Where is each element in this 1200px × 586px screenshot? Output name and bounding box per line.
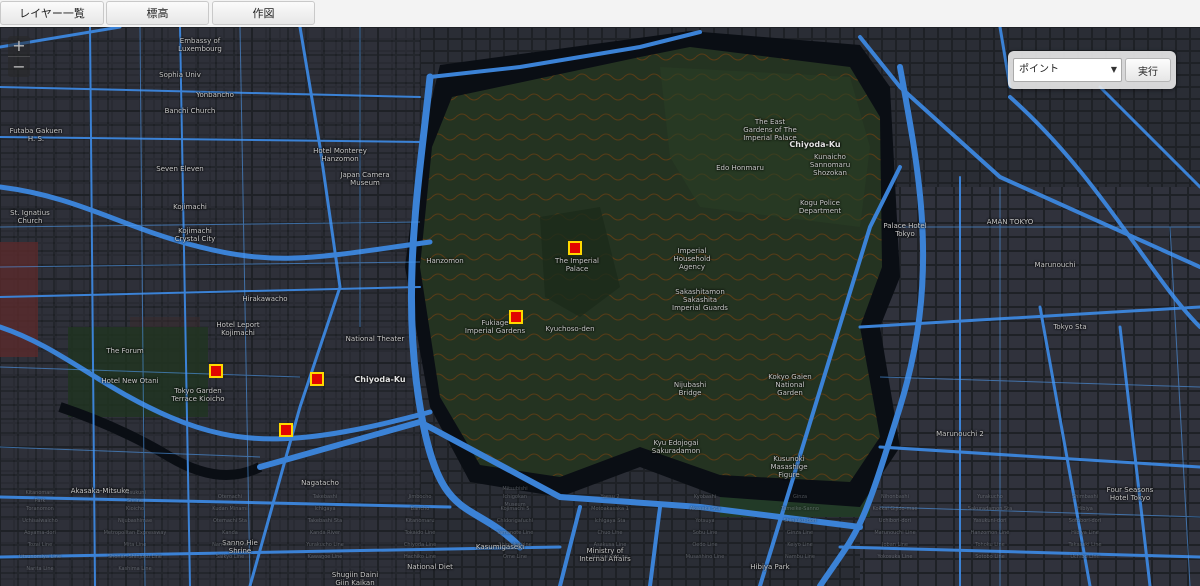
point-marker[interactable] bbox=[310, 372, 324, 386]
chevron-down-icon: ▼ bbox=[1110, 65, 1117, 74]
zoom-in-button[interactable]: + bbox=[8, 36, 30, 56]
point-marker[interactable] bbox=[209, 364, 223, 378]
run-button[interactable]: 実行 bbox=[1125, 58, 1171, 82]
tab-drawing[interactable]: 作図 bbox=[212, 1, 315, 25]
draw-panel: ポイント ▼ 実行 bbox=[1008, 51, 1176, 89]
geometry-type-value: ポイント bbox=[1019, 64, 1059, 75]
map-canvas[interactable]: Embassy of Luxembourg Sophia Univ Yonbanch… bbox=[0, 27, 1200, 586]
map-basemap bbox=[0, 27, 1200, 586]
geometry-type-select[interactable]: ポイント ▼ bbox=[1013, 58, 1122, 82]
zoom-control: + − bbox=[8, 36, 30, 77]
point-marker[interactable] bbox=[279, 423, 293, 437]
point-marker[interactable] bbox=[568, 241, 582, 255]
tab-elevation[interactable]: 標高 bbox=[106, 1, 209, 25]
point-marker[interactable] bbox=[509, 310, 523, 324]
zoom-out-button[interactable]: − bbox=[8, 56, 30, 77]
tab-layer-list[interactable]: レイヤー一覧 bbox=[0, 1, 104, 25]
toolbar: レイヤー一覧 標高 作図 bbox=[0, 0, 1200, 28]
